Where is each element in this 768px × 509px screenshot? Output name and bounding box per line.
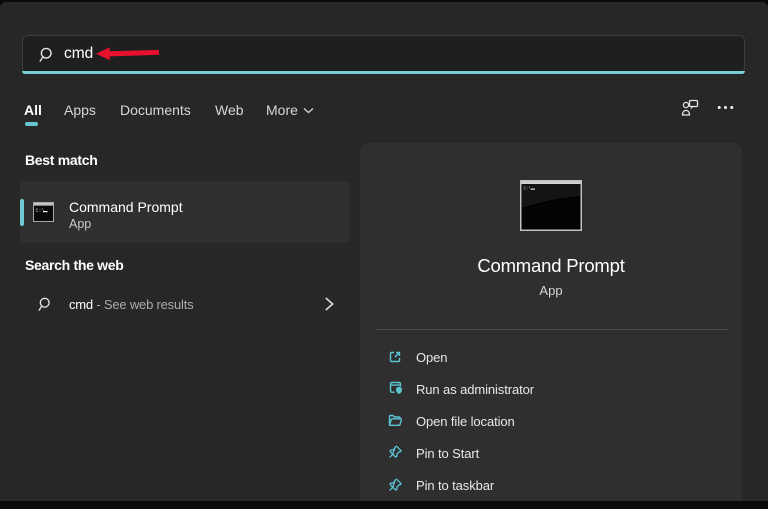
- svg-text:C:\: C:\: [36, 208, 45, 214]
- svg-text:C:\: C:\: [524, 187, 532, 192]
